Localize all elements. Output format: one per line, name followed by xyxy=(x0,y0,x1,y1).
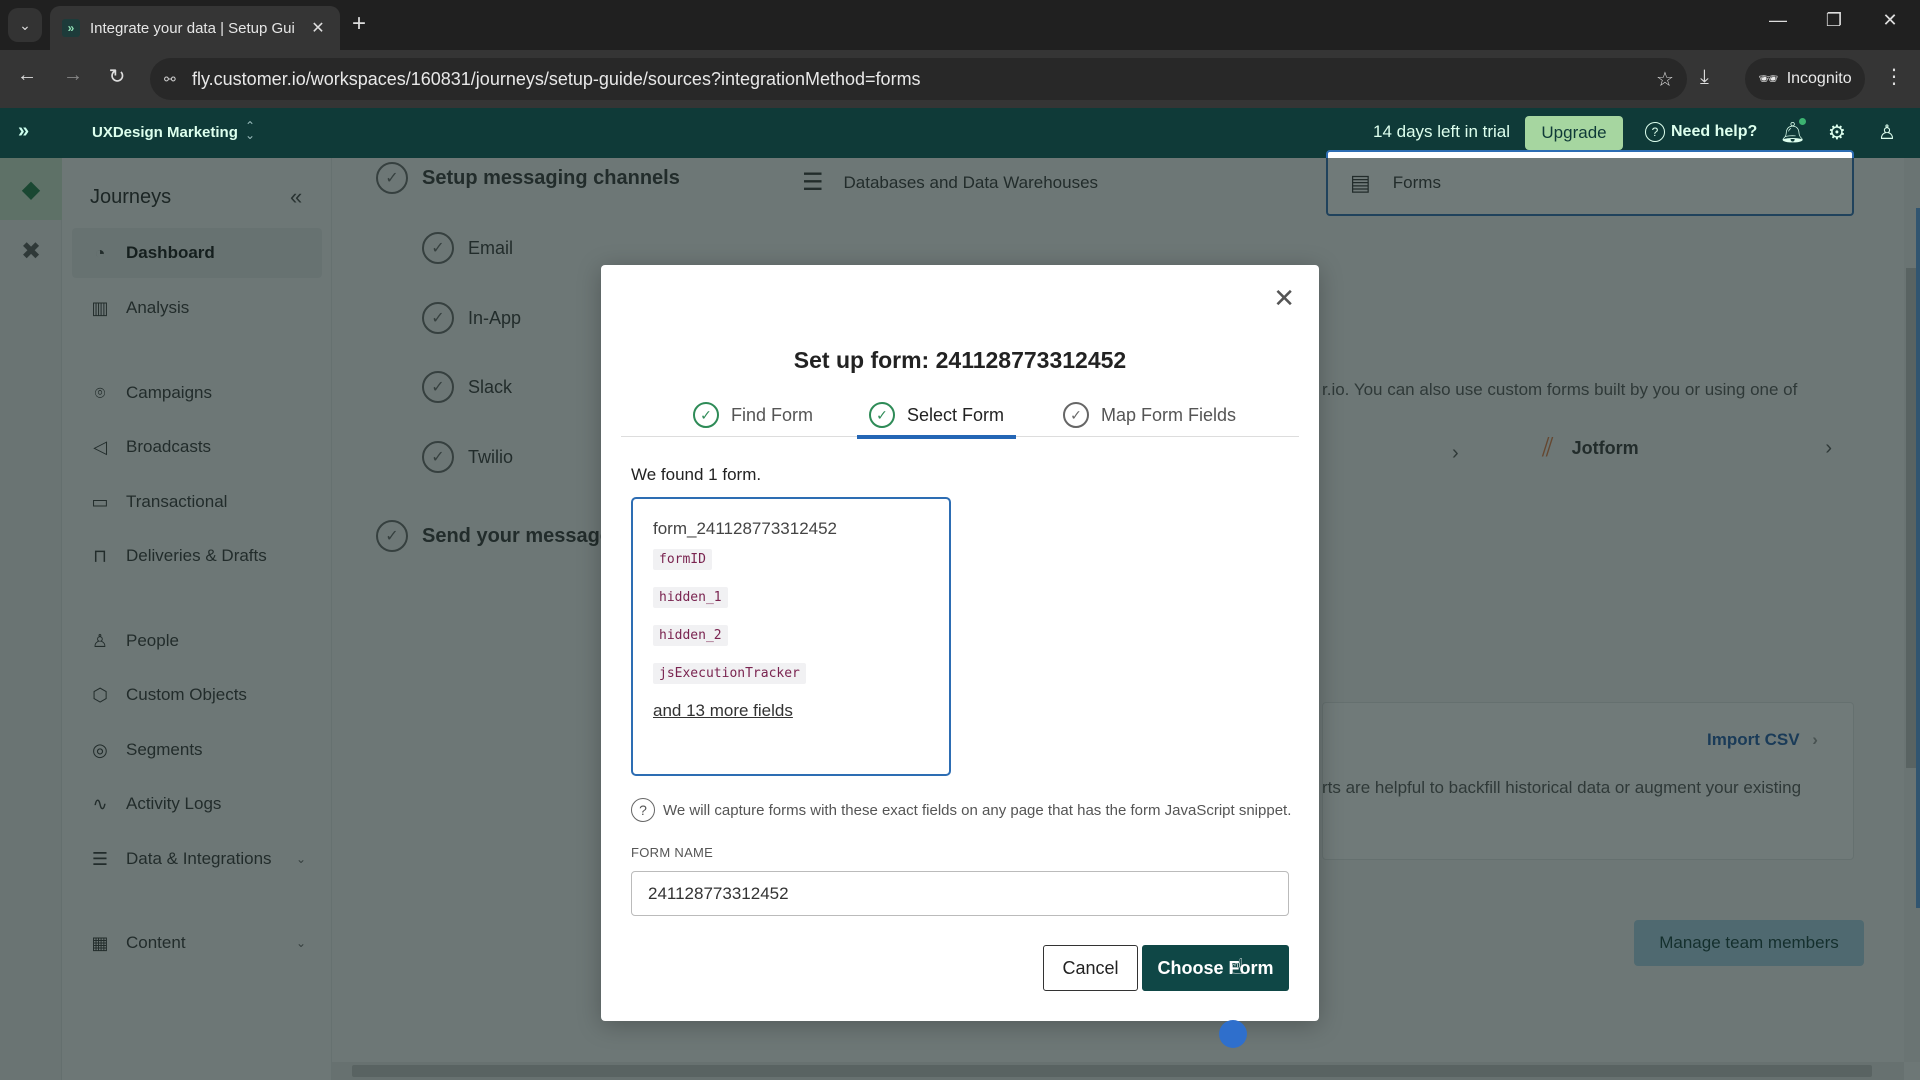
form-name-input[interactable] xyxy=(631,871,1289,916)
check-circle-icon: ✓ xyxy=(693,402,719,428)
workspace-chevron-icon[interactable]: ⌃ ⌄ xyxy=(245,120,255,141)
user-icon[interactable]: ♙ xyxy=(1878,120,1896,145)
more-fields-link[interactable]: and 13 more fields xyxy=(653,701,929,721)
close-icon[interactable]: ✕ xyxy=(1273,283,1295,314)
form-field-chip: hidden_2 xyxy=(653,625,728,646)
tab-close-icon[interactable]: ✕ xyxy=(308,18,328,38)
incognito-badge[interactable]: 🕶 Incognito xyxy=(1745,58,1865,100)
help-icon: ? xyxy=(1645,122,1665,142)
browser-menu-icon[interactable]: ⋮ xyxy=(1884,64,1904,89)
incognito-label: Incognito xyxy=(1786,70,1852,87)
tab-search-button[interactable]: ⌄ xyxy=(8,8,42,42)
stepper-select-form[interactable]: ✓ Select Form xyxy=(857,393,1017,439)
capture-info-text: We will capture forms with these exact f… xyxy=(663,801,1292,819)
form-field-chip: jsExecutionTracker xyxy=(653,663,806,684)
capture-info: ? We will capture forms with these exact… xyxy=(631,798,1291,822)
customerio-logo-icon[interactable]: » xyxy=(18,120,44,146)
upgrade-button[interactable]: Upgrade xyxy=(1525,116,1623,150)
found-forms-text: We found 1 form. xyxy=(631,465,762,484)
customerio-favicon-icon: » xyxy=(62,19,80,37)
stepper-label: Map Form Fields xyxy=(1101,404,1237,425)
hand-cursor-icon: ☝ xyxy=(1231,954,1245,979)
stepper-find-form[interactable]: ✓ Find Form xyxy=(681,393,825,437)
form-id-name: form_241128773312452 xyxy=(653,519,838,538)
minimize-button[interactable]: — xyxy=(1758,10,1798,31)
chevron-down-icon: ⌄ xyxy=(19,16,31,33)
site-settings-icon[interactable]: ⚯ xyxy=(164,71,192,88)
browser-tab-bar: ⌄ » Integrate your data | Setup Gui ✕ + … xyxy=(0,0,1920,50)
modal-stepper: ✓ Find Form ✓ Select Form ✓ Map Form Fie… xyxy=(621,393,1299,439)
stepper-label: Select Form xyxy=(907,404,1005,425)
need-help-label: Need help? xyxy=(1671,123,1758,140)
help-circle-icon: ? xyxy=(631,798,655,822)
close-window-button[interactable]: ✕ xyxy=(1870,10,1910,31)
bookmark-star-icon[interactable]: ☆ xyxy=(1643,67,1687,92)
choose-form-button[interactable]: Choose Form xyxy=(1142,945,1289,991)
browser-toolbar: ← → ↻ ⚯ fly.customer.io/workspaces/16083… xyxy=(0,50,1920,108)
incognito-icon: 🕶 xyxy=(1758,71,1779,88)
reload-icon[interactable]: ↻ xyxy=(102,64,132,89)
need-help-link[interactable]: ? Need help? xyxy=(1645,122,1757,142)
browser-tab-active[interactable]: » Integrate your data | Setup Gui ✕ xyxy=(50,6,340,50)
stepper-label: Find Form xyxy=(731,404,814,425)
new-tab-button[interactable]: + xyxy=(352,10,366,38)
tab-title: Integrate your data | Setup Gui xyxy=(90,19,295,37)
url-text[interactable]: fly.customer.io/workspaces/160831/journe… xyxy=(192,69,1643,90)
check-circle-icon: ✓ xyxy=(1063,402,1089,428)
stepper-map-form-fields[interactable]: ✓ Map Form Fields xyxy=(1051,393,1248,437)
modal-title: Set up form: 241128773312452 xyxy=(793,347,1127,373)
form-option-card[interactable]: form_241128773312452 formID hidden_1 hid… xyxy=(631,497,951,776)
back-icon[interactable]: ← xyxy=(12,64,42,87)
address-bar[interactable]: ⚯ fly.customer.io/workspaces/160831/jour… xyxy=(150,58,1687,100)
setup-form-modal: ✕ Set up form: 241128773312452 ✓ Find Fo… xyxy=(601,265,1319,1021)
notification-dot xyxy=(1799,118,1806,125)
check-circle-icon: ✓ xyxy=(869,402,895,428)
forward-icon[interactable]: → xyxy=(58,64,88,87)
form-field-chip: hidden_1 xyxy=(653,587,728,608)
workspace-switcher[interactable]: UXDesign Marketing xyxy=(92,124,238,141)
restore-button[interactable]: ❐ xyxy=(1814,10,1854,31)
gear-icon[interactable]: ⚙ xyxy=(1828,120,1846,145)
form-name-label: FORM NAME xyxy=(631,845,714,860)
click-indicator xyxy=(1219,1020,1247,1048)
form-field-chip: formID xyxy=(653,549,712,570)
download-icon[interactable]: ⤓ xyxy=(1700,66,1709,89)
cancel-button[interactable]: Cancel xyxy=(1043,945,1138,991)
trial-status: 14 days left in trial xyxy=(1373,122,1511,141)
